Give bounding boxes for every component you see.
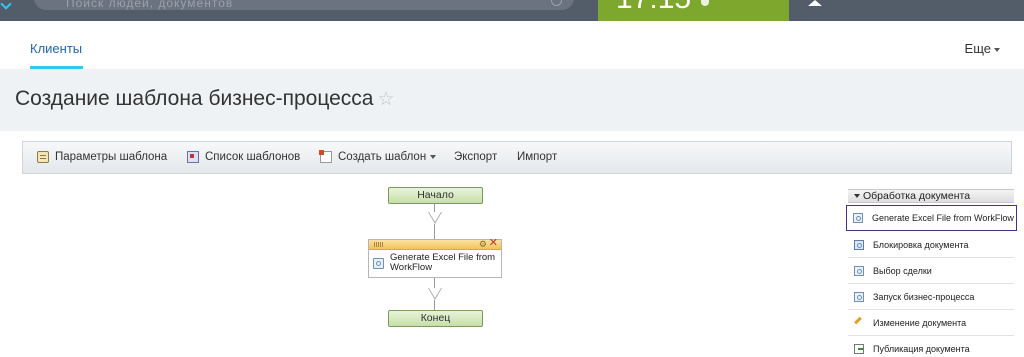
close-icon[interactable]: ✕: [489, 238, 498, 249]
panel-item-label: Выбор сделки: [873, 265, 932, 276]
export-button[interactable]: Экспорт: [454, 151, 497, 163]
connector-line: [434, 224, 435, 239]
panel-item-generate-excel[interactable]: Generate Excel File from WorkFlow: [846, 205, 1017, 231]
menu-arrow-icon[interactable]: [0, 0, 12, 10]
create-template-label: Создать шаблон: [338, 151, 427, 163]
more-label: Еще: [964, 41, 991, 56]
user-icon[interactable]: [808, 0, 822, 6]
panel-item-lock-document[interactable]: Блокировка документа: [848, 232, 1014, 258]
page-title: Создание шаблона бизнес-процесса ☆: [15, 87, 395, 111]
gear-icon[interactable]: ⚙: [479, 239, 487, 249]
panel-item-label: Generate Excel File from WorkFlow: [872, 213, 1014, 223]
activities-panel: Обработка документа Generate Excel File …: [846, 189, 1017, 357]
import-button[interactable]: Импорт: [517, 151, 557, 163]
chevron-down-icon: [994, 47, 1000, 52]
tab-clients[interactable]: Клиенты: [30, 41, 82, 56]
settings-doc-icon: [37, 151, 49, 163]
panel-item-label: Изменение документа: [873, 317, 967, 328]
new-document-icon: [319, 150, 332, 163]
panel-item-publish-document[interactable]: Публикация документа: [848, 336, 1014, 357]
arrow-down-icon: [428, 288, 442, 300]
panel-group-header[interactable]: Обработка документа: [848, 189, 1014, 203]
page-title-text: Создание шаблона бизнес-процесса: [15, 87, 374, 110]
pencil-icon: [854, 318, 864, 328]
clock-widget[interactable]: 17:15: [598, 0, 789, 21]
chevron-down-icon: [430, 155, 437, 159]
star-icon[interactable]: ☆: [377, 89, 394, 110]
chevron-down-icon: [854, 194, 860, 199]
template-params-button[interactable]: Параметры шаблона: [37, 151, 167, 163]
template-params-label: Параметры шаблона: [55, 151, 168, 163]
panel-item-label: Публикация документа: [873, 343, 970, 354]
menu-bar: Клиенты Еще: [10, 21, 1014, 69]
arrow-down-icon: [428, 212, 442, 224]
activity-label: Generate Excel File from WorkFlow: [390, 252, 496, 273]
template-list-button[interactable]: Список шаблонов: [187, 151, 300, 163]
activity-header: ⚙ ✕: [369, 238, 501, 250]
panel-item-select-deal[interactable]: Выбор сделки: [848, 258, 1014, 284]
clock-time: 17:15: [616, 0, 691, 14]
connector-line: [434, 278, 435, 288]
panel-item-label: Блокировка документа: [873, 239, 969, 250]
search-placeholder: Поиск людей, документов: [66, 0, 234, 10]
connector-line: [434, 204, 435, 212]
connector-line: [434, 300, 435, 310]
activity-icon: [854, 265, 864, 276]
panel-item-label: Запуск бизнес-процесса: [873, 291, 975, 302]
more-menu-button[interactable]: Еще: [965, 41, 1000, 56]
start-node[interactable]: Начало: [388, 187, 483, 204]
panel-item-edit-document[interactable]: Изменение документа: [848, 310, 1014, 336]
publish-icon: [854, 343, 864, 354]
designer-toolbar: Параметры шаблона Список шаблонов Создат…: [22, 141, 1012, 174]
activity-icon: [854, 291, 864, 302]
top-header: Поиск людей, документов 17:15: [0, 0, 1024, 21]
template-list-label: Список шаблонов: [205, 151, 301, 163]
drag-handle-icon[interactable]: [374, 242, 384, 247]
list-icon: [187, 151, 199, 163]
activity-icon: [373, 258, 384, 269]
panel-item-start-process[interactable]: Запуск бизнес-процесса: [848, 284, 1014, 310]
activity-icon: [853, 213, 863, 223]
activity-block[interactable]: ⚙ ✕ Generate Excel File from WorkFlow: [368, 238, 502, 278]
create-template-button[interactable]: Создать шаблон: [319, 150, 437, 163]
panel-header-label: Обработка документа: [863, 190, 971, 202]
clock-indicator-icon: [701, 0, 709, 6]
lock-icon: [854, 239, 864, 250]
end-node[interactable]: Конец: [388, 310, 483, 327]
